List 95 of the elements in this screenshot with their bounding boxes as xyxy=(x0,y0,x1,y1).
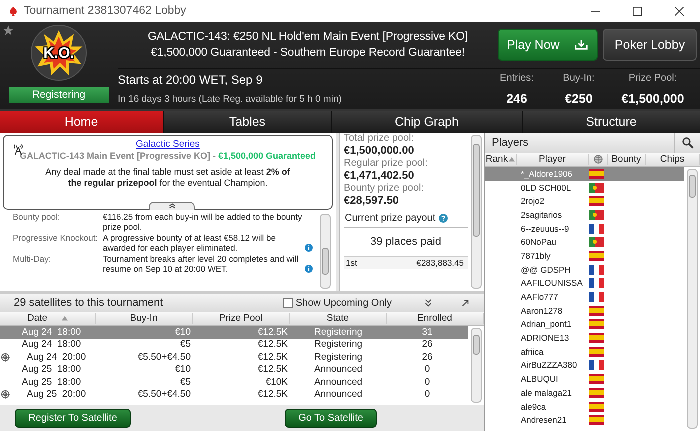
pool-label: Regular prize pool: xyxy=(344,158,429,170)
stat-value: €250 xyxy=(565,92,593,106)
pool-value: €1,500,000.00 xyxy=(344,145,416,157)
detail-label: Multi-Day: xyxy=(13,254,52,266)
detail-text: A progressive bounty of at least €58.12 will be awarded for each player eliminated. xyxy=(103,233,277,253)
satellite-row[interactable]: Aug 25 18:00 €10 €12.5K Announced 0 xyxy=(0,364,468,376)
player-row[interactable]: @@ GDSPH xyxy=(485,262,684,276)
players-title: Players xyxy=(492,137,530,149)
scrollbar[interactable] xyxy=(320,214,331,289)
column-header[interactable]: Prize Pool xyxy=(193,313,290,324)
sort-icon xyxy=(62,316,68,321)
player-row[interactable]: ALBUQUI xyxy=(485,372,684,386)
detail-label: Progressive Knockout: xyxy=(13,233,100,245)
maximize-icon[interactable] xyxy=(633,6,642,16)
upcoming-checkbox[interactable]: Show Upcoming Only xyxy=(282,298,392,308)
player-row[interactable]: ADRIONE13 xyxy=(485,331,684,345)
satellites-title: 29 satellites to this tournament xyxy=(14,297,164,309)
scrollbar[interactable] xyxy=(687,169,698,429)
stat-label: Prize Pool: xyxy=(628,72,678,84)
payout-place: 1st xyxy=(346,258,358,268)
download-icon xyxy=(574,39,589,51)
globe-icon[interactable] xyxy=(594,154,602,164)
help-icon[interactable] xyxy=(438,214,448,223)
player-row[interactable]: AirBuZZZA380 xyxy=(485,358,684,372)
pool-label: Bounty prize pool: xyxy=(344,183,426,195)
player-row[interactable]: 0LD SCH00L xyxy=(485,180,684,194)
player-row[interactable]: AAFlo777 xyxy=(485,290,684,304)
pool-value: €1,471,402.50 xyxy=(344,170,416,182)
player-row[interactable]: 2sagitarios xyxy=(485,208,684,222)
countdown: In 16 days 3 hours (Late Reg. available for 5 h 0 min) xyxy=(118,94,343,105)
player-row[interactable]: Adrian_pont1 xyxy=(485,318,684,332)
notice-message: Any deal made at the final table must set aside at least 2% of the regular prizepool for the eventual Champion. xyxy=(44,167,292,189)
star-icon[interactable] xyxy=(3,25,14,36)
player-row[interactable]: ale malaga21 xyxy=(485,386,684,400)
event-line: GALACTIC-143 Main Event [Progressive KO] - €1,500,000 Guaranteed xyxy=(20,151,316,161)
tab[interactable]: Tables xyxy=(164,111,331,133)
detail-text: Tournament breaks after level 20 completes and will resume on Sep 10 at 20:00 WET. xyxy=(103,254,300,274)
info-icon[interactable] xyxy=(305,244,313,252)
column-header[interactable]: Player xyxy=(517,154,589,165)
sort-icon xyxy=(509,157,516,162)
tournament-title: GALACTIC-143: €250 NL Hold'em Main Event [Progressive KO] xyxy=(148,30,468,45)
tab[interactable]: Home xyxy=(0,111,163,133)
close-icon[interactable] xyxy=(675,6,684,16)
tournament-subtitle: €1,500,000 Guaranteed - Southern Europe Record Guarantee! xyxy=(151,46,465,61)
info-icon[interactable] xyxy=(305,265,313,273)
popout-icon[interactable] xyxy=(461,298,470,308)
scrollbar[interactable] xyxy=(471,135,482,289)
pool-label: Total prize pool: xyxy=(344,133,416,145)
column-header[interactable]: Chips xyxy=(646,154,700,165)
series-link[interactable]: Galactic Series xyxy=(136,139,200,150)
player-row[interactable]: Aaron1278 xyxy=(485,304,684,318)
collapse-tab[interactable] xyxy=(149,202,195,210)
stat-value: 246 xyxy=(506,92,528,106)
column-header[interactable]: Date xyxy=(0,313,96,324)
player-row[interactable]: 7871bly xyxy=(485,249,684,263)
satellite-button[interactable]: Register To Satellite xyxy=(15,408,131,428)
places-paid: 39 places paid xyxy=(370,235,442,250)
player-row[interactable]: 60NoPau xyxy=(485,235,684,250)
satellite-button[interactable]: Go To Satellite xyxy=(285,408,377,428)
header-button[interactable]: Poker Lobby xyxy=(603,29,697,61)
satellite-row[interactable]: Aug 24 20:00 €5.50+€4.50 €12.5K Registering 26 xyxy=(0,351,468,364)
pool-value: €28,597.50 xyxy=(344,195,400,207)
tab[interactable]: Chip Graph xyxy=(332,111,522,133)
player-row[interactable]: Andresen21 xyxy=(485,413,684,428)
satellite-row[interactable]: Aug 25 20:00 €5.50+€4.50 €12.5K Announced 0 xyxy=(0,388,468,401)
player-row[interactable]: ale9ca xyxy=(485,400,684,414)
stat-label: Entries: xyxy=(500,72,534,84)
column-header[interactable]: Buy-In xyxy=(96,313,193,324)
chevron-icon xyxy=(168,203,176,209)
detail-label: Bounty pool: xyxy=(13,212,62,224)
scrollbar[interactable] xyxy=(471,328,482,403)
payout-amount: €283,883.45 xyxy=(416,258,464,268)
player-row[interactable]: 6--zeuuus--9 xyxy=(485,222,684,236)
app-icon xyxy=(8,6,19,16)
player-row[interactable]: afriica xyxy=(485,344,684,359)
player-row[interactable]: 2rojo2 xyxy=(485,194,684,208)
start-time: Starts at 20:00 WET, Sep 9 xyxy=(118,73,264,87)
stat-value: €1,500,000 xyxy=(622,92,684,106)
status-ribbon: Registering xyxy=(9,87,109,103)
expand-icon[interactable] xyxy=(424,298,433,308)
stat-label: Buy-In: xyxy=(563,72,595,84)
satellite-row[interactable]: Aug 25 18:00 €5 €10K Announced 0 xyxy=(0,376,468,388)
knockout-badge: K.O. xyxy=(31,25,87,81)
column-header[interactable]: Bounty xyxy=(608,154,646,165)
tab[interactable]: Structure xyxy=(523,111,700,133)
column-header[interactable]: Enrolled xyxy=(387,313,484,324)
search-icon xyxy=(682,137,694,149)
column-header[interactable]: State xyxy=(290,313,387,324)
column-header[interactable]: Rank xyxy=(485,154,517,165)
window-title: Tournament 2381307462 Lobby xyxy=(24,5,188,17)
detail-text: €116.25 from each buy-in will be added to the bounty prize pool. xyxy=(103,212,304,232)
header-button[interactable]: Play Now xyxy=(498,29,598,61)
player-row[interactable]: AAFILOUNISSA xyxy=(485,276,684,290)
satellite-row[interactable]: Aug 24 18:00 €5 €12.5K Registering 26 xyxy=(0,338,468,351)
payout-title: Current prize payout xyxy=(345,213,436,224)
